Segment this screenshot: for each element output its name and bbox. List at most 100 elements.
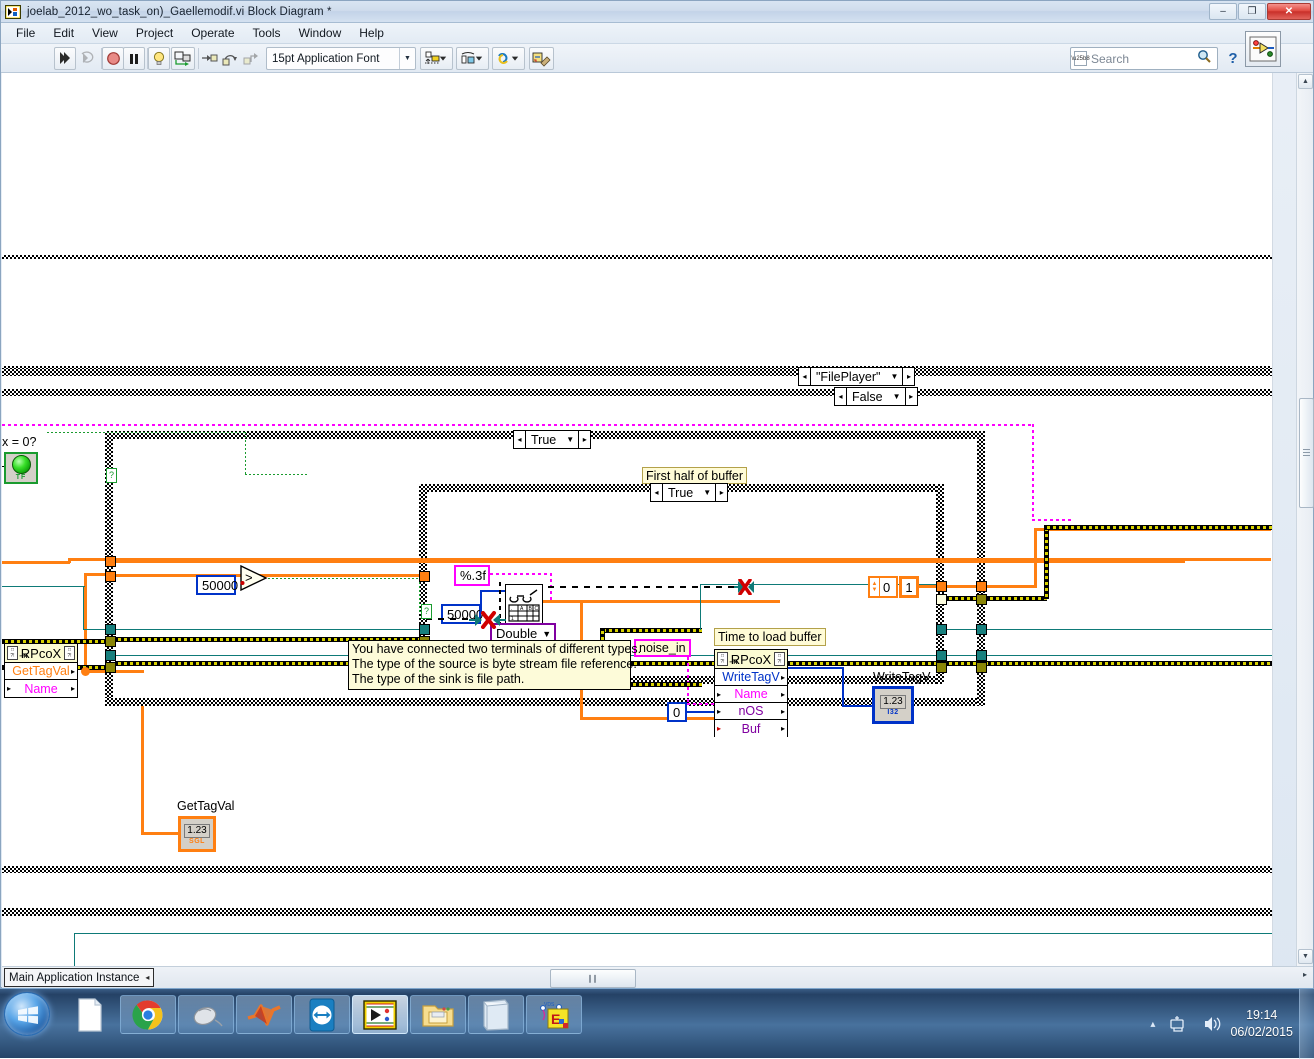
- font-selector[interactable]: 15pt Application Font ▼: [266, 47, 416, 70]
- rpcox-param-buf-row[interactable]: ▸ ▸ Buf: [715, 720, 787, 737]
- scroll-up-arrow-icon[interactable]: ▲: [1298, 74, 1313, 89]
- get-tag-val-indicator[interactable]: 1.23 SGL: [178, 816, 216, 852]
- tunnel-outer-right-error-2[interactable]: [976, 662, 987, 673]
- rpcox-writetagv-node[interactable]: □?! RPcoX □?! ▸ WriteTagV ▸ ▸ Name ▸ ▸ n…: [714, 649, 788, 737]
- case-next-arrow-icon[interactable]: ▸: [715, 484, 727, 501]
- constant-0-numeric[interactable]: ▲ ▼ 0: [868, 576, 898, 598]
- highlight-execution-button[interactable]: [148, 47, 170, 70]
- start-button[interactable]: [4, 992, 50, 1036]
- rpcox-param-name-row[interactable]: ▸ ▸ Name: [715, 686, 787, 703]
- case-prev-arrow-icon[interactable]: ◂: [835, 388, 847, 405]
- menu-item-file[interactable]: File: [7, 24, 44, 42]
- chevron-down-icon[interactable]: ▼: [889, 392, 905, 401]
- retain-wire-values-button[interactable]: [171, 47, 195, 70]
- true-case-selector-first-half[interactable]: ◂ True ▼ ▸: [650, 483, 729, 502]
- minimize-button[interactable]: –: [1209, 3, 1237, 20]
- search-dropdown-icon[interactable]: \u25b8: [1071, 51, 1090, 66]
- case-prev-arrow-icon[interactable]: ◂: [799, 368, 811, 385]
- tunnel-error-1[interactable]: [105, 636, 116, 647]
- show-hidden-icons-button[interactable]: ▴: [1150, 1019, 1155, 1030]
- menu-item-view[interactable]: View: [83, 24, 127, 42]
- true-case-selector-outer[interactable]: ◂ True ▼ ▸: [513, 430, 592, 449]
- block-diagram-canvas[interactable]: ◂ "FilePlayer" ▼ ▸ ◂ False ▼ ▸ ◂ True ▼ …: [2, 73, 1273, 966]
- taskbar-item-mouse[interactable]: [178, 995, 234, 1034]
- tunnel-right-teal-1[interactable]: [936, 624, 947, 635]
- network-icon[interactable]: [1169, 1015, 1189, 1033]
- tunnel-teal-1[interactable]: [105, 624, 116, 635]
- taskbar-item-notepad[interactable]: [468, 995, 524, 1034]
- menu-item-project[interactable]: Project: [127, 24, 182, 42]
- tunnel-outer-right-teal-2[interactable]: [976, 650, 987, 661]
- boolean-led-terminal[interactable]: TF: [4, 452, 38, 484]
- taskbar-item-matlab[interactable]: [236, 995, 292, 1034]
- tunnel-inner-teal[interactable]: [419, 624, 430, 635]
- search-input[interactable]: \u25b8 Search: [1070, 47, 1218, 70]
- scroll-right-arrow-icon[interactable]: ▸: [1303, 970, 1307, 979]
- taskbar-item-labview[interactable]: [352, 995, 408, 1034]
- taskbar-item-tdt[interactable]: VDS E: [526, 995, 582, 1034]
- write-to-spreadsheet-file-node[interactable]: . A B C 1: [505, 584, 543, 625]
- taskbar-item-teamviewer[interactable]: [294, 995, 350, 1034]
- fileplayer-case-selector[interactable]: ◂ "FilePlayer" ▼ ▸: [798, 367, 916, 386]
- horizontal-scroll-thumb[interactable]: ∥∥: [550, 969, 636, 988]
- chevron-down-icon[interactable]: ▼: [699, 488, 715, 497]
- vertical-scroll-thumb[interactable]: [1299, 398, 1314, 508]
- chevron-down-icon[interactable]: ▼: [399, 48, 415, 69]
- rpcox-method-row[interactable]: ▸ WriteTagV: [715, 669, 787, 686]
- menu-item-edit[interactable]: Edit: [44, 24, 83, 42]
- constant-1-numeric[interactable]: 1: [899, 576, 919, 598]
- align-objects-button[interactable]: [420, 47, 453, 70]
- format-string-constant[interactable]: %.3f: [454, 565, 490, 586]
- menu-item-window[interactable]: Window: [290, 24, 351, 42]
- taskbar-item-document[interactable]: [62, 995, 118, 1034]
- scroll-down-arrow-icon[interactable]: ▼: [1298, 949, 1313, 964]
- run-continuously-button[interactable]: [77, 47, 99, 70]
- abort-execution-button[interactable]: [102, 47, 124, 70]
- run-button[interactable]: [54, 47, 76, 70]
- pause-button[interactable]: [123, 47, 145, 70]
- question-mark-icon[interactable]: ?: [1223, 47, 1243, 70]
- menu-item-help[interactable]: Help: [350, 24, 393, 42]
- tunnel-right-white[interactable]: [936, 594, 947, 605]
- increment-decrement-icon[interactable]: ▲ ▼: [870, 578, 880, 596]
- chevron-down-icon[interactable]: ▼: [886, 372, 902, 381]
- tunnel-orange-2[interactable]: [105, 571, 116, 582]
- collapse-arrow-icon[interactable]: ◂: [145, 973, 149, 982]
- tunnel-outer-right-teal-1[interactable]: [976, 624, 987, 635]
- taskbar-item-explorer[interactable]: [410, 995, 466, 1034]
- tunnel-right-error[interactable]: [936, 662, 947, 673]
- case-next-arrow-icon[interactable]: ▸: [578, 431, 590, 448]
- rpcox-gettagval-node[interactable]: □?! RPcoX □?! ▸ GetTagVal ▸ ▸ Name: [4, 643, 78, 698]
- false-case-selector[interactable]: ◂ False ▼ ▸: [834, 387, 918, 406]
- application-instance-indicator[interactable]: Main Application Instance ◂: [4, 968, 155, 987]
- context-help-button[interactable]: [1245, 31, 1281, 67]
- search-icon[interactable]: [1197, 49, 1211, 68]
- chevron-down-icon[interactable]: ▼: [562, 435, 578, 444]
- write-tag-v-indicator[interactable]: 1.23 I32: [872, 686, 914, 724]
- maximize-button[interactable]: ❐: [1238, 3, 1266, 20]
- chevron-down-icon[interactable]: ▼: [542, 629, 551, 639]
- case-next-arrow-icon[interactable]: ▸: [902, 368, 914, 385]
- clean-up-diagram-button[interactable]: [529, 47, 554, 70]
- tunnel-orange-1[interactable]: [105, 556, 116, 567]
- tunnel-right-orange[interactable]: [936, 581, 947, 592]
- taskbar-item-chrome[interactable]: [120, 995, 176, 1034]
- case-next-arrow-icon[interactable]: ▸: [904, 388, 917, 405]
- menu-item-operate[interactable]: Operate: [182, 24, 243, 42]
- vertical-scrollbar[interactable]: ▲ ▼: [1296, 73, 1314, 966]
- volume-icon[interactable]: [1203, 1015, 1223, 1033]
- tunnel-error-2[interactable]: [105, 662, 116, 673]
- step-over-button[interactable]: [220, 47, 241, 70]
- rpcox-param-nos-row[interactable]: ▸ ▸ nOS: [715, 703, 787, 720]
- close-button[interactable]: ✕: [1267, 3, 1311, 20]
- rpcox-left-method-row[interactable]: ▸ GetTagVal: [5, 663, 77, 680]
- clock[interactable]: 19:14 06/02/2015: [1230, 1007, 1293, 1041]
- show-desktop-button[interactable]: [1299, 989, 1314, 1059]
- distribute-objects-button[interactable]: [456, 47, 489, 70]
- tunnel-teal-2[interactable]: [105, 650, 116, 661]
- case-prev-arrow-icon[interactable]: ◂: [651, 484, 663, 501]
- reorder-objects-button[interactable]: [492, 47, 525, 70]
- step-out-button[interactable]: [241, 47, 262, 70]
- tunnel-inner-orange[interactable]: [419, 571, 430, 582]
- step-into-button[interactable]: [199, 47, 220, 70]
